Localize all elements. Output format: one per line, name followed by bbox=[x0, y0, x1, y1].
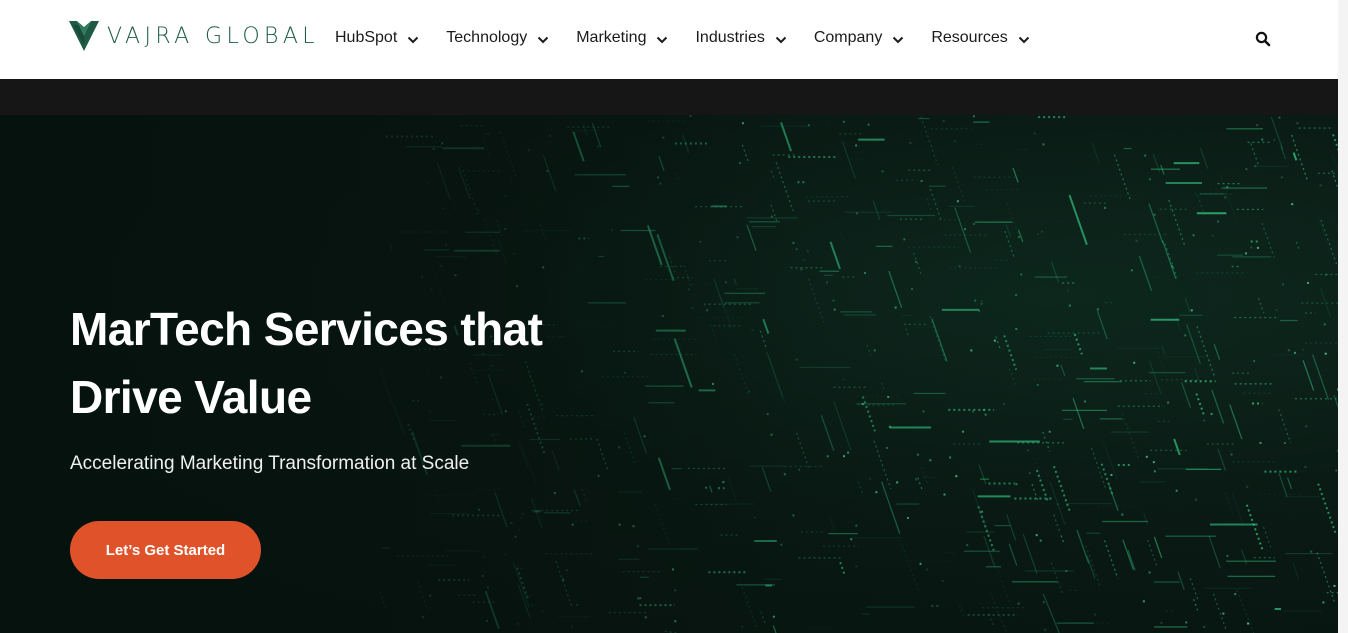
nav-item-hubspot[interactable]: HubSpot bbox=[335, 27, 419, 49]
nav-item-label: Company bbox=[813, 29, 883, 46]
hero-title: MarTech Services that Drive Value bbox=[70, 295, 630, 431]
logo-link[interactable]: VAJRA GLOBAL bbox=[69, 19, 319, 53]
logo-text: VAJRA GLOBAL bbox=[107, 23, 319, 49]
nav-item-technology[interactable]: Technology bbox=[446, 27, 549, 49]
hero-title-line-2: Drive Value bbox=[70, 371, 312, 423]
nav-item-industries[interactable]: Industries bbox=[695, 27, 787, 49]
chevron-down-icon bbox=[775, 36, 787, 43]
vajra-v-logo-icon bbox=[69, 21, 99, 51]
nav-item-label: HubSpot bbox=[335, 29, 398, 46]
get-started-button[interactable]: Let’s Get Started bbox=[70, 521, 261, 579]
site-header: VAJRA GLOBAL HubSpot Technology Marketin… bbox=[0, 0, 1338, 79]
main-nav: HubSpot Technology Marketing Industries … bbox=[335, 27, 1030, 49]
nav-item-company[interactable]: Company bbox=[814, 27, 904, 49]
hero-subtitle: Accelerating Marketing Transformation at… bbox=[70, 453, 470, 474]
nav-item-resources[interactable]: Resources bbox=[931, 27, 1030, 49]
nav-item-label: Marketing bbox=[576, 29, 647, 46]
scrollbar-track[interactable] bbox=[1338, 0, 1348, 633]
nav-item-marketing[interactable]: Marketing bbox=[576, 27, 668, 49]
nav-item-label: Resources bbox=[931, 29, 1008, 46]
nav-item-label: Technology bbox=[446, 29, 528, 46]
hero-section: MarTech Services that Drive Value Accele… bbox=[0, 115, 1338, 633]
page: VAJRA GLOBAL HubSpot Technology Marketin… bbox=[0, 0, 1348, 633]
chevron-down-icon bbox=[538, 36, 549, 43]
chevron-down-icon bbox=[657, 36, 668, 43]
chevron-down-icon bbox=[408, 36, 419, 43]
search-button[interactable] bbox=[1255, 31, 1271, 47]
chevron-down-icon bbox=[1018, 36, 1030, 43]
hero-title-line-1: MarTech Services that bbox=[70, 303, 543, 355]
nav-item-label: Industries bbox=[695, 29, 765, 46]
search-icon bbox=[1255, 31, 1271, 47]
top-banner-strip bbox=[0, 79, 1338, 115]
chevron-down-icon bbox=[893, 36, 904, 43]
